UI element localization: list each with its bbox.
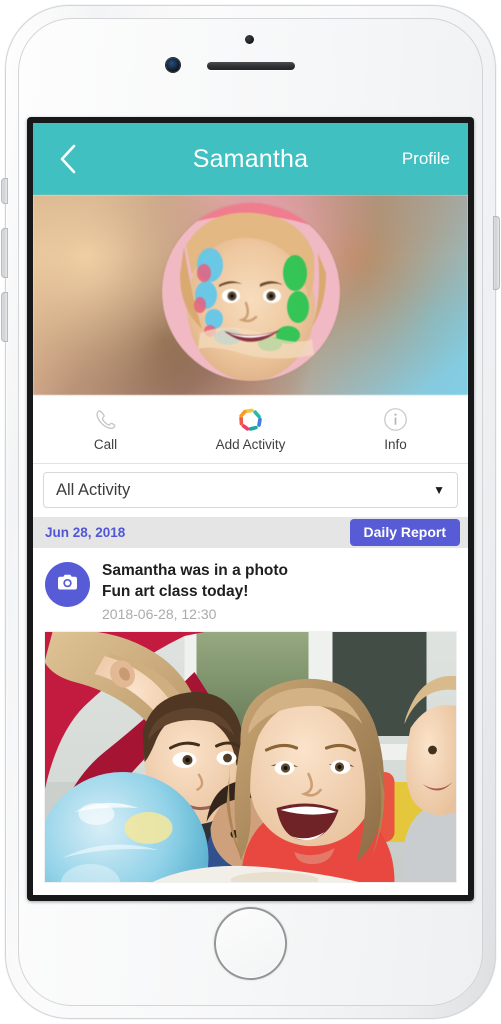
avatar[interactable] [161, 203, 340, 381]
volume-down-button[interactable] [1, 292, 8, 342]
front-camera [166, 58, 180, 72]
volume-up-button[interactable] [1, 228, 8, 278]
hero-banner [33, 195, 468, 395]
activity-filter-select[interactable]: All Activity ▼ [43, 472, 458, 508]
call-label: Call [93, 437, 118, 452]
proximity-sensor [245, 35, 254, 44]
earpiece-speaker [207, 62, 295, 70]
activity-filter-container: All Activity ▼ [33, 464, 468, 517]
silent-switch[interactable] [1, 178, 8, 204]
phone-screen: Samantha Profile Call Add Activity Info … [33, 123, 468, 895]
info-circle-icon [383, 406, 408, 433]
add-activity-button[interactable]: Add Activity [178, 395, 323, 463]
activity-title: Samantha was in a photo [102, 562, 289, 579]
activity-list-item[interactable]: Samantha was in a photo Fun art class to… [33, 548, 468, 632]
power-button[interactable] [493, 216, 500, 290]
home-button[interactable] [214, 907, 287, 980]
action-bar: Call Add Activity Info [33, 395, 468, 464]
info-label: Info [384, 437, 407, 452]
info-button[interactable]: Info [323, 395, 468, 463]
activity-type-badge [45, 562, 90, 607]
activity-pinwheel-icon [237, 406, 264, 433]
activity-timestamp: 2018-06-28, 12:30 [102, 605, 217, 622]
app-header: Samantha Profile [33, 123, 468, 195]
feed-date-label: Jun 28, 2018 [45, 525, 126, 540]
camera-icon [55, 570, 80, 600]
activity-text-block: Samantha was in a photo Fun art class to… [102, 560, 288, 622]
daily-report-button[interactable]: Daily Report [349, 519, 460, 546]
post-photo[interactable] [45, 631, 456, 882]
chevron-down-icon: ▼ [433, 483, 445, 497]
call-button[interactable]: Call [33, 395, 178, 463]
add-activity-label: Add Activity [215, 437, 286, 452]
back-button[interactable] [51, 142, 85, 176]
activity-message: Fun art class today! [102, 582, 249, 600]
post-photo-container [33, 631, 468, 894]
activity-filter-value: All Activity [56, 480, 131, 499]
feed-date-row: Jun 28, 2018 Daily Report [33, 517, 468, 548]
profile-link[interactable]: Profile [402, 149, 450, 169]
chevron-left-icon [58, 143, 78, 175]
phone-icon [93, 406, 118, 433]
